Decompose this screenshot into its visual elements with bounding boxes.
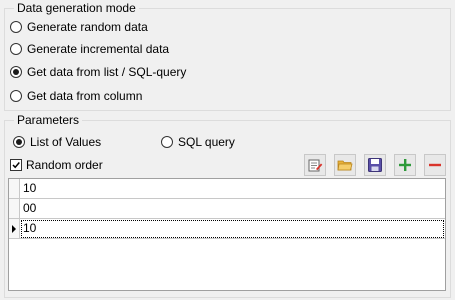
save-icon	[368, 158, 382, 172]
edit-list-icon	[308, 159, 323, 172]
radio-generate-random[interactable]: Generate random data	[10, 20, 148, 34]
open-button[interactable]	[334, 154, 356, 176]
radio-label: SQL query	[178, 135, 235, 149]
edit-list-button[interactable]	[304, 154, 326, 176]
random-order-checkbox[interactable]: Random order	[10, 158, 103, 172]
radio-label: Get data from list / SQL-query	[27, 65, 187, 79]
group-title: Data generation mode	[14, 1, 139, 15]
add-button[interactable]	[394, 154, 416, 176]
values-grid[interactable]: 10 00 10	[8, 178, 446, 291]
radio-label: List of Values	[30, 135, 102, 149]
current-row-arrow-icon	[12, 225, 16, 233]
radio-sql-query[interactable]: SQL query	[161, 135, 235, 149]
radio-button-icon[interactable]	[10, 21, 22, 33]
row-header[interactable]	[9, 219, 20, 239]
group-title: Parameters	[14, 113, 83, 127]
checkbox-label: Random order	[26, 158, 103, 172]
table-row[interactable]: 00	[9, 199, 445, 219]
radio-button-icon[interactable]	[10, 90, 22, 102]
add-icon	[399, 159, 411, 171]
remove-icon	[429, 163, 441, 167]
radio-button-icon[interactable]	[161, 136, 173, 148]
radio-button-icon[interactable]	[10, 43, 22, 55]
radio-label: Generate incremental data	[27, 42, 170, 56]
radio-list-of-values[interactable]: List of Values	[13, 135, 101, 149]
row-header[interactable]	[9, 199, 20, 219]
value-cell[interactable]: 10	[20, 219, 445, 239]
row-header[interactable]	[9, 179, 20, 199]
value-cell[interactable]: 10	[20, 179, 445, 199]
radio-label: Generate random data	[27, 20, 148, 34]
save-button[interactable]	[364, 154, 386, 176]
table-row[interactable]: 10	[9, 179, 445, 199]
radio-button-checked-icon[interactable]	[13, 136, 25, 148]
radio-get-from-list[interactable]: Get data from list / SQL-query	[10, 65, 186, 79]
radio-button-checked-icon[interactable]	[10, 66, 22, 78]
radio-generate-incremental[interactable]: Generate incremental data	[10, 42, 169, 56]
radio-label: Get data from column	[27, 89, 143, 103]
table-row[interactable]: 10	[9, 219, 445, 239]
radio-get-from-column[interactable]: Get data from column	[10, 89, 142, 103]
value-cell[interactable]: 00	[20, 199, 445, 219]
remove-button[interactable]	[424, 154, 446, 176]
open-folder-icon	[337, 160, 353, 171]
checkbox-checked-icon[interactable]	[10, 159, 22, 171]
